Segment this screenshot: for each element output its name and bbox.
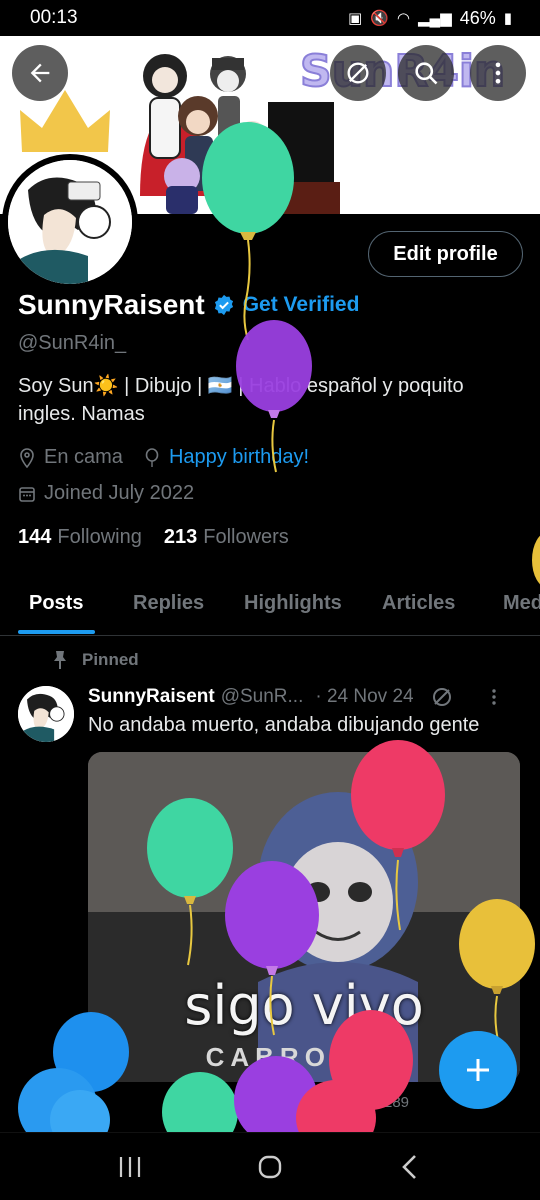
- name-row: SunnyRaisent Get Verified: [18, 289, 359, 321]
- bio-line: ingles. Namas: [18, 403, 145, 425]
- plus-icon: [467, 1059, 489, 1081]
- grok-icon[interactable]: [430, 685, 454, 709]
- following-link[interactable]: 144 Following: [18, 526, 142, 549]
- recent-apps-button[interactable]: [100, 1137, 160, 1197]
- profile-meta: En cama Happy birthday!: [18, 446, 309, 469]
- profile-tabs: Posts Replies Highlights Articles Med: [0, 580, 540, 636]
- profile-avatar[interactable]: [2, 154, 138, 290]
- back-nav-button[interactable]: [380, 1137, 440, 1197]
- compose-post-button[interactable]: [439, 1031, 517, 1109]
- battery-icon: ▮: [503, 10, 512, 27]
- following-label: Following: [57, 526, 142, 548]
- pinned-label: Pinned: [52, 650, 139, 670]
- notification-icon: ▣: [348, 10, 363, 27]
- media-caption: sigo vivo: [184, 974, 424, 1037]
- followers-label: Followers: [203, 526, 289, 548]
- display-name: SunnyRaisent: [18, 289, 205, 320]
- post-author-handle[interactable]: @SunR...: [221, 686, 304, 708]
- system-navigation-bar: [0, 1132, 540, 1200]
- back-chevron-icon: [402, 1154, 416, 1179]
- post-media-image[interactable]: sigo vivo CABRONES: [88, 752, 520, 1082]
- edit-profile-button[interactable]: Edit profile: [368, 231, 523, 277]
- status-icons: ▣ 🔇 ◠ ▂▄▆ 46% ▮: [348, 8, 512, 29]
- profile-bio: Soy Sun☀️ | Dibujo | 🇦🇷 | Hablo español …: [18, 372, 518, 428]
- post-header: SunnyRaisent @SunR... · 24 Nov 24: [88, 685, 504, 709]
- grok-button[interactable]: [330, 45, 386, 101]
- search-button[interactable]: [398, 45, 454, 101]
- joined-text: Joined July 2022: [44, 482, 195, 504]
- more-options-button[interactable]: [470, 45, 526, 101]
- tab-media[interactable]: Med: [503, 592, 540, 615]
- status-bar: 00:13 ▣ 🔇 ◠ ▂▄▆ 46% ▮: [0, 0, 540, 36]
- follow-counts: 144 Following 213 Followers: [18, 526, 289, 549]
- post-text: No andaba muerto, andaba dibujando gente: [88, 714, 480, 736]
- back-arrow-icon: [30, 63, 50, 83]
- tab-articles[interactable]: Articles: [382, 592, 455, 615]
- post-author-avatar[interactable]: [18, 686, 74, 742]
- grok-icon: [347, 62, 369, 84]
- pin-icon: [54, 651, 66, 669]
- birthday-link[interactable]: Happy birthday!: [169, 446, 309, 469]
- balloon-red: [296, 1080, 376, 1135]
- followers-count: 213: [163, 526, 198, 548]
- tab-posts[interactable]: Posts: [29, 592, 83, 615]
- signal-icon: ▂▄▆: [418, 10, 452, 27]
- views-count[interactable]: 289: [384, 1094, 409, 1111]
- profile-handle: @SunR4in_: [18, 332, 127, 354]
- tab-replies[interactable]: Replies: [133, 592, 204, 615]
- active-tab-indicator: [18, 630, 95, 634]
- avatar-image: [8, 160, 132, 284]
- calendar-icon: [19, 486, 35, 502]
- pinned-text: Pinned: [82, 650, 139, 669]
- joined-row: Joined July 2022: [18, 482, 194, 505]
- followers-link[interactable]: 213 Followers: [164, 526, 289, 549]
- more-vertical-icon: [495, 62, 501, 84]
- back-button[interactable]: [12, 45, 68, 101]
- bio-line: Soy Sun☀️ | Dibujo | 🇦🇷 | Hablo español …: [18, 375, 464, 397]
- verified-badge-icon[interactable]: [213, 294, 235, 316]
- balloon-icon: [145, 447, 159, 467]
- home-icon: [258, 1155, 282, 1178]
- home-button[interactable]: [240, 1137, 300, 1197]
- post-author-name[interactable]: SunnyRaisent: [88, 686, 215, 708]
- location-text: En cama: [44, 446, 123, 468]
- following-count: 144: [18, 526, 52, 548]
- post-more-icon[interactable]: [484, 687, 504, 707]
- tab-highlights[interactable]: Highlights: [244, 592, 342, 615]
- search-icon: [415, 62, 438, 85]
- recent-apps-icon: [119, 1156, 141, 1177]
- mute-icon: 🔇: [370, 10, 389, 27]
- get-verified-link[interactable]: Get Verified: [243, 293, 360, 317]
- location-icon: [20, 447, 34, 468]
- clock: 00:13: [30, 7, 78, 28]
- battery-level: 46%: [459, 7, 496, 28]
- wifi-icon: ◠: [396, 10, 410, 27]
- post-date[interactable]: · 24 Nov 24: [315, 686, 413, 708]
